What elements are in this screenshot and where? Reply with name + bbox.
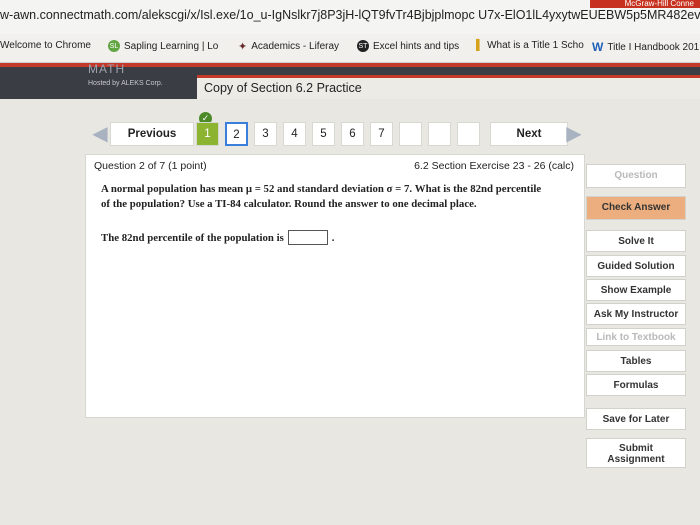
bookmark-label: Title I Handbook 201 (607, 41, 700, 53)
tables-button[interactable]: Tables (586, 350, 686, 372)
question-4-button[interactable]: 4 (283, 122, 306, 146)
fleur-icon: ✦ (238, 41, 248, 53)
check-answer-button[interactable]: Check Answer (586, 196, 686, 220)
bookmarks-bar: Welcome to Chrome SL Sapling Learning | … (0, 34, 700, 63)
question-header: Question 2 of 7 (1 point) (94, 160, 207, 172)
app-logo: MATH (88, 62, 126, 76)
bookmark-sapling[interactable]: SL Sapling Learning | Lo (108, 40, 218, 52)
bookmark-icon: ▌ (476, 40, 484, 51)
bookmark-label: Excel hints and tips (373, 40, 460, 52)
formulas-button[interactable]: Formulas (586, 374, 686, 396)
side-panel: Question Check Answer Solve It Guided So… (586, 164, 686, 480)
answer-line: The 82nd percentile of the population is… (101, 230, 334, 245)
bookmark-label: Welcome to Chrome (0, 40, 91, 51)
question-nav: ◀ Previous ✓ 1 2 3 4 5 6 7 Next ▶ (90, 112, 586, 146)
next-arrow-icon[interactable]: ▶ (564, 122, 584, 146)
save-later-button[interactable]: Save for Later (586, 408, 686, 430)
excel-site-icon: ST (357, 40, 369, 52)
previous-button[interactable]: Previous (110, 122, 194, 146)
next-button[interactable]: Next (490, 122, 568, 146)
previous-arrow-icon[interactable]: ◀ (90, 122, 110, 146)
bookmark-welcome[interactable]: Welcome to Chrome (0, 40, 91, 51)
word-doc-icon: W (592, 40, 604, 54)
question-text-line: of the population? Use a TI-84 calculato… (101, 198, 477, 210)
sapling-icon: SL (108, 40, 120, 52)
show-example-button[interactable]: Show Example (586, 279, 686, 301)
exercise-label: 6.2 Section Exercise 23 - 26 (calc) (414, 160, 574, 172)
top-strip-label: McGraw-Hill Conne (590, 0, 700, 8)
answer-input[interactable] (287, 230, 328, 245)
answer-prompt: The 82nd percentile of the population is (101, 231, 284, 244)
bookmark-label: Academics - Liferay (251, 41, 340, 52)
answer-period: . (331, 231, 335, 244)
bookmark-label: Sapling Learning | Lo (124, 40, 219, 52)
empty-slot (428, 122, 451, 146)
bookmark-title1[interactable]: ▌ What is a Title 1 Scho (476, 40, 584, 51)
question-3-button[interactable]: 3 (254, 122, 277, 146)
bookmark-label: What is a Title 1 Scho (487, 40, 584, 51)
question-6-button[interactable]: 6 (341, 122, 364, 146)
empty-slot (399, 122, 422, 146)
submit-label: Assignment (607, 454, 665, 465)
url-text: w-awn.connectmath.com/alekscgi/x/Isl.exe… (0, 8, 700, 22)
question-5-button[interactable]: 5 (312, 122, 335, 146)
guided-solution-button[interactable]: Guided Solution (586, 255, 686, 277)
empty-slot (457, 122, 480, 146)
section-title: Copy of Section 6.2 Practice (197, 75, 700, 99)
ask-instructor-button[interactable]: Ask My Instructor (586, 303, 686, 325)
link-textbook-button[interactable]: Link to Textbook (586, 328, 686, 346)
question-2-button[interactable]: 2 (225, 122, 248, 146)
bookmark-handbook[interactable]: W Title I Handbook 201 (592, 40, 699, 54)
question-1-button[interactable]: 1 (196, 122, 219, 146)
submit-assignment-button[interactable]: Submit Assignment (586, 438, 686, 468)
bookmark-excel[interactable]: ST Excel hints and tips (357, 40, 459, 52)
hosted-by-label: Hosted by ALEKS Corp. (88, 80, 163, 87)
question-text-line: A normal population has mean μ = 52 and … (101, 183, 542, 195)
submit-label: Submit (619, 443, 653, 454)
question-7-button[interactable]: 7 (370, 122, 393, 146)
question-text: A normal population has mean μ = 52 and … (101, 182, 571, 212)
question-button[interactable]: Question (586, 164, 686, 188)
solve-it-button[interactable]: Solve It (586, 230, 686, 252)
bookmark-academics[interactable]: ✦ Academics - Liferay (238, 40, 339, 53)
question-panel: Question 2 of 7 (1 point) 6.2 Section Ex… (85, 154, 585, 418)
